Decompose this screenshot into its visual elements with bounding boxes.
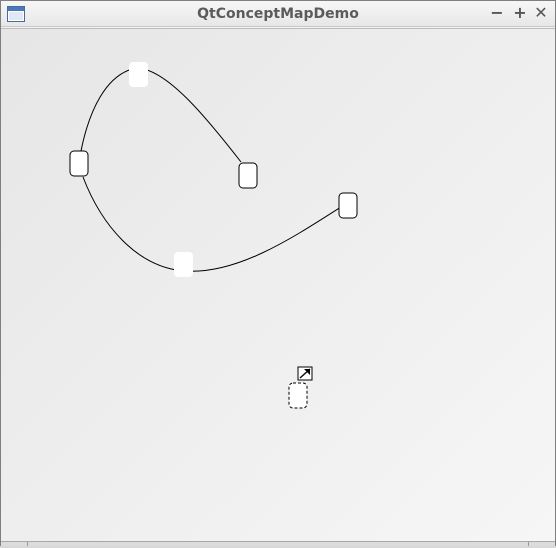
window-title: QtConceptMapDemo — [197, 6, 359, 22]
minimize-button[interactable]: − — [487, 3, 507, 23]
title-bar[interactable]: QtConceptMapDemo − + ✕ — [1, 1, 555, 27]
maximize-button[interactable]: + — [510, 3, 530, 23]
edge-left-to-mid[interactable] — [80, 67, 242, 163]
window-app-icon[interactable] — [7, 6, 25, 22]
bottom-edge-tick — [27, 542, 28, 546]
concept-node-bottom[interactable] — [174, 252, 193, 277]
app-window: QtConceptMapDemo − + ✕ — [0, 0, 556, 546]
bottom-edge-tick — [528, 542, 529, 546]
concept-node-new[interactable] — [288, 382, 308, 409]
concept-node-mid[interactable] — [238, 162, 258, 189]
close-button[interactable]: ✕ — [531, 3, 551, 23]
concept-map-canvas[interactable] — [1, 28, 555, 543]
concept-map-drawing[interactable] — [1, 29, 555, 544]
concept-node-left[interactable] — [69, 150, 89, 177]
resize-arrow-icon[interactable] — [297, 366, 313, 381]
concept-node-right[interactable] — [338, 192, 358, 219]
edge-left-to-right[interactable] — [82, 176, 342, 272]
bottom-edge — [1, 541, 555, 546]
concept-node-top[interactable] — [129, 62, 148, 87]
